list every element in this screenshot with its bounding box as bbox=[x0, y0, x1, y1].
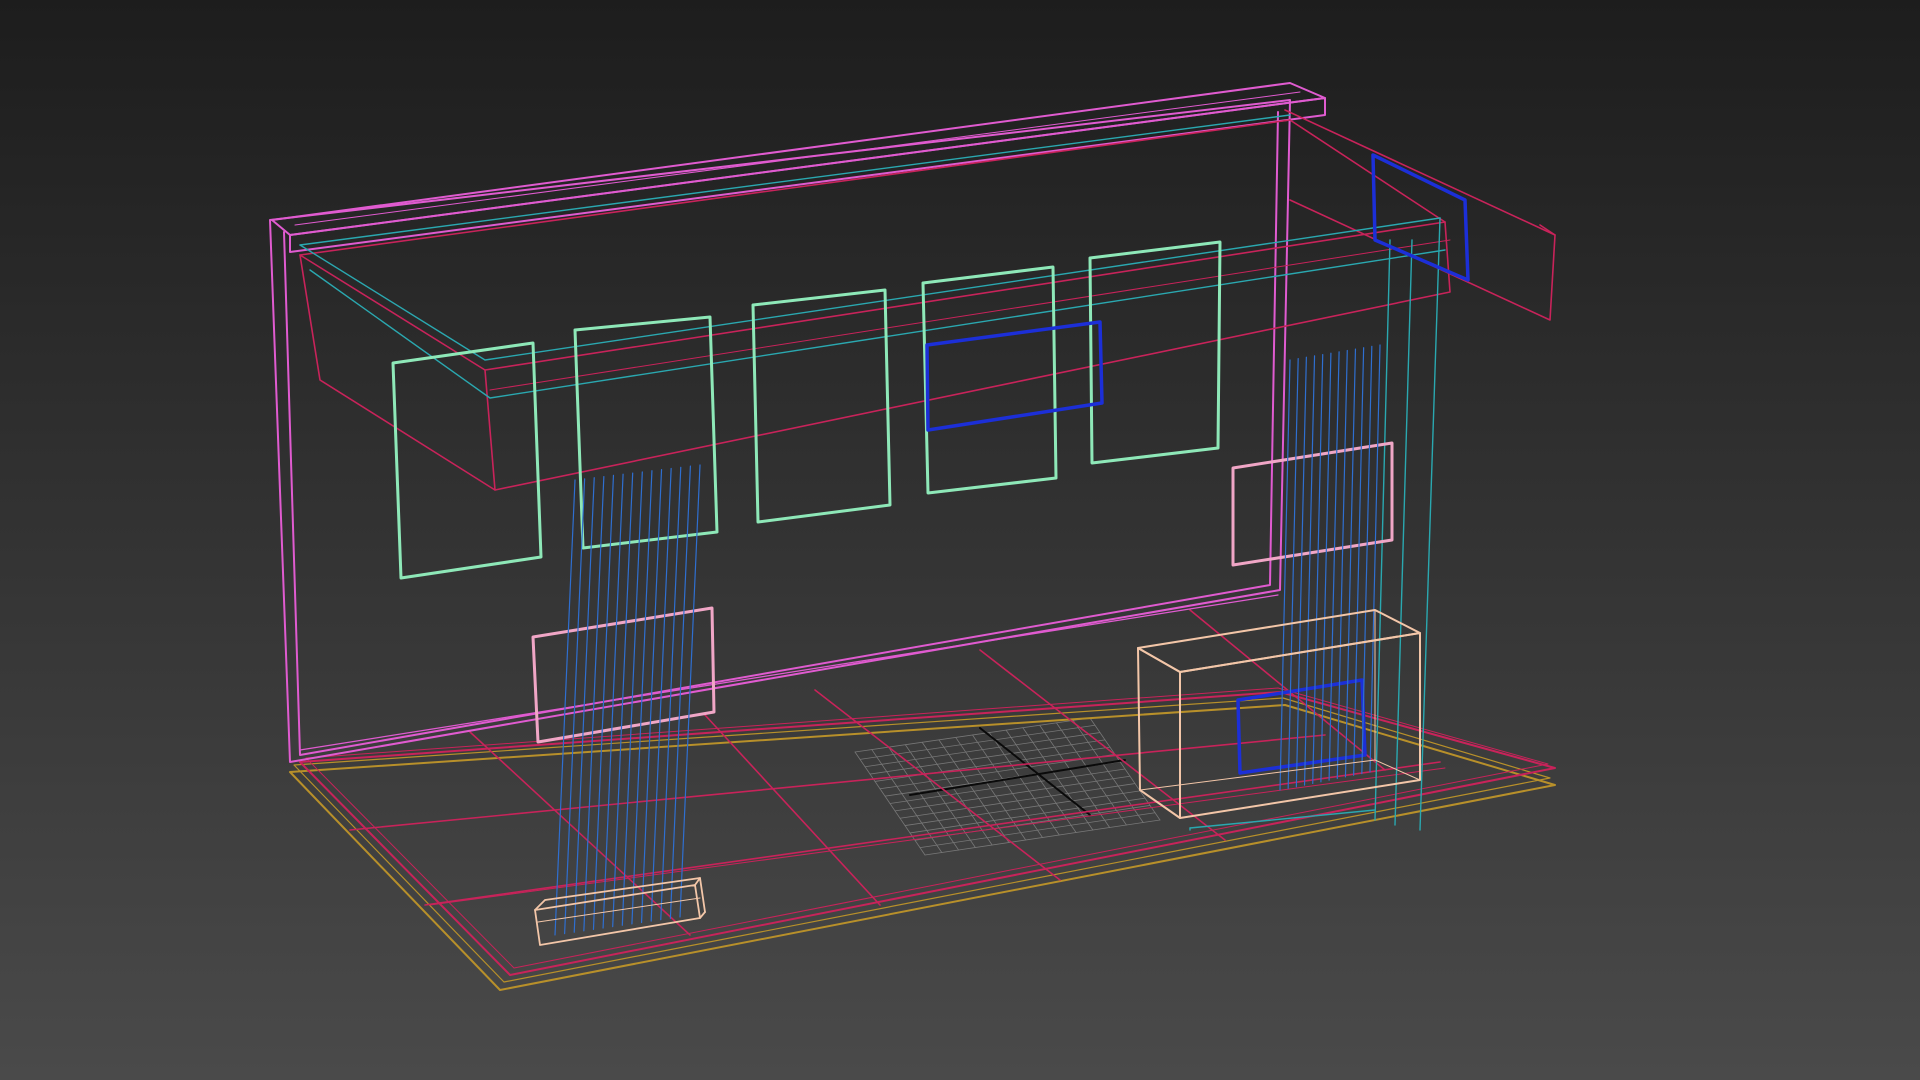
cable-strand bbox=[1295, 356, 1307, 788]
floor-inner-edge bbox=[293, 697, 1551, 983]
home-grid bbox=[854, 717, 1161, 856]
cable-strand bbox=[1336, 349, 1348, 780]
beam-line bbox=[294, 91, 1301, 226]
cable-bundles bbox=[554, 344, 1381, 936]
3d-viewport[interactable] bbox=[0, 0, 1920, 1080]
floor-slab bbox=[289, 609, 1556, 991]
display-panel bbox=[391, 341, 543, 580]
blue-highlights bbox=[925, 153, 1470, 775]
cable-strand bbox=[1328, 351, 1340, 781]
wireframe-scene[interactable] bbox=[0, 0, 1920, 1080]
cable-strand bbox=[1312, 353, 1324, 785]
blue-panel bbox=[925, 320, 1104, 432]
wall-back-edge bbox=[283, 111, 1279, 756]
blue-panel bbox=[1371, 153, 1470, 282]
cable-strand bbox=[660, 466, 682, 921]
display-panel bbox=[921, 265, 1058, 495]
beam-front bbox=[289, 97, 1326, 253]
cable-strand bbox=[1287, 358, 1299, 789]
floor-tile-line bbox=[704, 714, 881, 906]
floor-tile-line bbox=[349, 734, 1326, 831]
cable-strand bbox=[640, 469, 663, 924]
cable-strand bbox=[1361, 345, 1373, 775]
beam-top bbox=[271, 82, 1326, 236]
cable-strand bbox=[650, 467, 672, 922]
display-panel bbox=[573, 315, 719, 550]
cable-strand bbox=[583, 475, 605, 932]
display-panels bbox=[391, 240, 1222, 580]
floor-tile-line bbox=[814, 689, 1061, 881]
cable-strand bbox=[1303, 355, 1316, 786]
top-beam bbox=[271, 82, 1326, 253]
cable-strand bbox=[1279, 359, 1291, 791]
